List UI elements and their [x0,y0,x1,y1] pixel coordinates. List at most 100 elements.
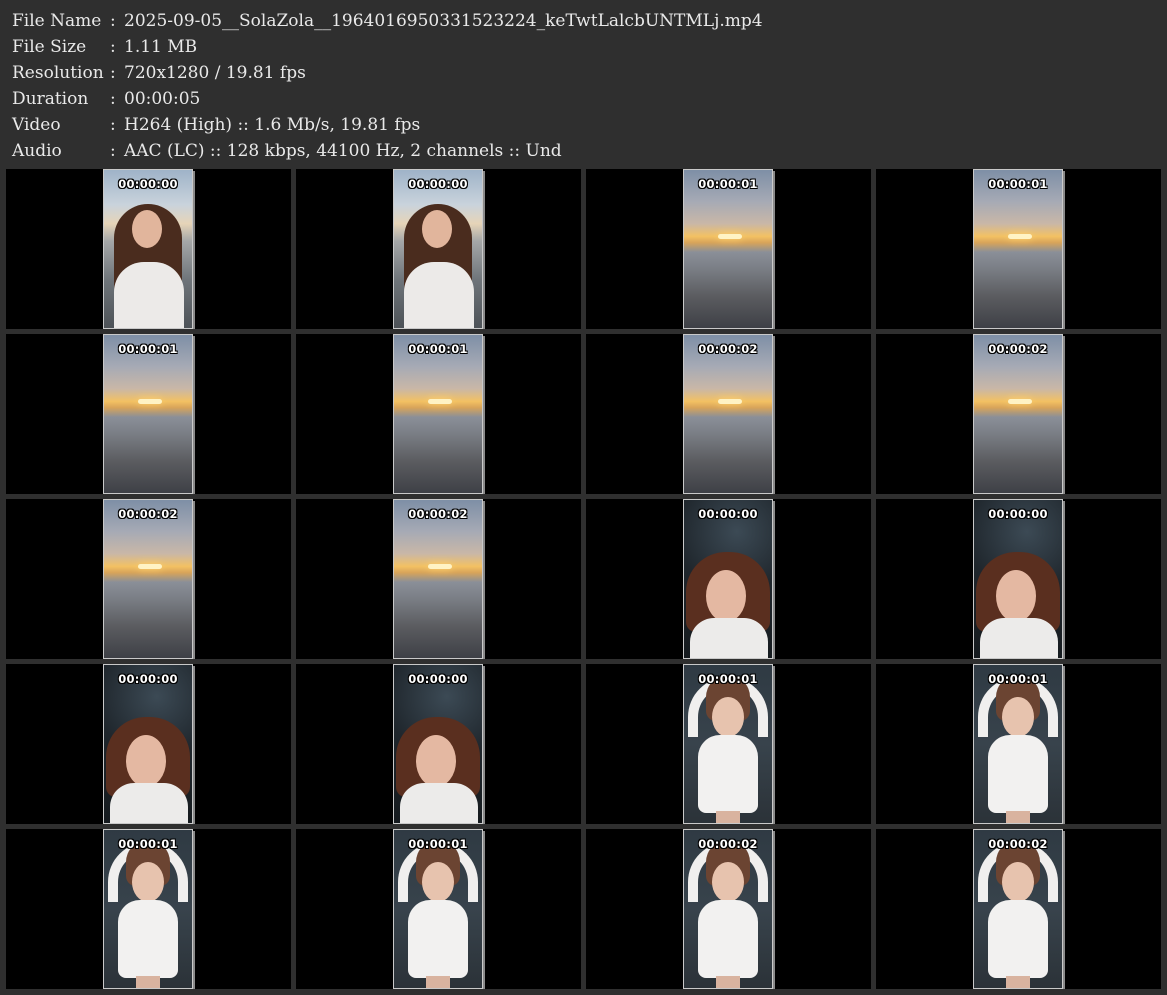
timestamp-label: 00:00:01 [408,837,468,851]
frame-body [698,735,758,813]
info-label: Duration [12,89,89,109]
info-colon: : [110,63,116,83]
frame-face [126,735,166,787]
frame-body [114,262,184,328]
info-value: 1.11 MB [124,37,198,57]
frame-sun [1008,234,1032,239]
thumbnail-cell[interactable]: 00:00:02 [876,829,1161,989]
frame-face [1002,862,1034,902]
frame-legs [1006,976,1030,988]
timestamp-label: 00:00:01 [988,177,1048,191]
info-colon: : [110,89,116,109]
thumbnail-cell[interactable]: 00:00:00 [586,499,871,659]
timestamp-label: 00:00:02 [118,507,178,521]
frame-body [110,783,188,823]
frame-body [980,618,1058,658]
timestamp-label: 00:00:00 [408,177,468,191]
thumbnail-cell[interactable]: 00:00:02 [876,334,1161,494]
frame-body [400,783,478,823]
info-label: Video [12,115,61,135]
frame-legs [426,976,450,988]
frame-face [132,210,162,248]
thumbnail-cell[interactable]: 00:00:01 [296,829,581,989]
video-frame-thumbnail: 00:00:01 [973,169,1063,329]
frame-sun [138,564,162,569]
video-frame-thumbnail: 00:00:00 [103,169,193,329]
info-colon: : [110,11,116,31]
thumbnail-cell[interactable]: 00:00:01 [876,664,1161,824]
video-frame-thumbnail: 00:00:02 [103,499,193,659]
thumbnail-cell[interactable]: 00:00:01 [586,169,871,329]
frame-face [416,735,456,787]
thumbnail-cell[interactable]: 00:00:00 [296,664,581,824]
frame-body [988,735,1048,813]
video-frame-thumbnail: 00:00:01 [683,169,773,329]
thumbnail-cell[interactable]: 00:00:01 [876,169,1161,329]
thumbnail-cell[interactable]: 00:00:02 [296,499,581,659]
timestamp-label: 00:00:01 [408,342,468,356]
video-frame-thumbnail: 00:00:00 [973,499,1063,659]
thumbnail-cell[interactable]: 00:00:01 [6,829,291,989]
video-frame-thumbnail: 00:00:02 [973,334,1063,494]
video-frame-thumbnail: 00:00:02 [683,829,773,989]
timestamp-label: 00:00:00 [118,672,178,686]
thumbnail-cell[interactable]: 00:00:02 [586,334,871,494]
video-frame-thumbnail: 00:00:02 [393,499,483,659]
info-value: H264 (High) :: 1.6 Mb/s, 19.81 fps [124,115,421,135]
video-frame-thumbnail: 00:00:02 [683,334,773,494]
thumbnail-cell[interactable]: 00:00:02 [586,829,871,989]
timestamp-label: 00:00:01 [988,672,1048,686]
frame-body [404,262,474,328]
info-colon: : [110,115,116,135]
timestamp-label: 00:00:01 [118,837,178,851]
video-frame-thumbnail: 00:00:01 [683,664,773,824]
thumbnail-cell[interactable]: 00:00:02 [6,499,291,659]
frame-legs [136,976,160,988]
frame-body [988,900,1048,978]
timestamp-label: 00:00:00 [988,507,1048,521]
thumbnail-cell[interactable]: 00:00:00 [876,499,1161,659]
frame-sun [718,234,742,239]
timestamp-label: 00:00:01 [118,342,178,356]
thumbnail-cell[interactable]: 00:00:01 [6,334,291,494]
timestamp-label: 00:00:00 [118,177,178,191]
timestamp-label: 00:00:02 [408,507,468,521]
timestamp-label: 00:00:02 [988,837,1048,851]
frame-face [1002,697,1034,737]
video-frame-thumbnail: 00:00:01 [103,334,193,494]
frame-face [712,697,744,737]
info-row: Resolution:720x1280 / 19.81 fps [12,60,763,86]
thumbnail-cell[interactable]: 00:00:00 [6,169,291,329]
frame-legs [1006,811,1030,823]
frame-face [132,862,164,902]
frame-sun [718,399,742,404]
info-label: Resolution [12,63,104,83]
thumbnail-cell[interactable]: 00:00:01 [586,664,871,824]
info-value: 00:00:05 [124,89,201,109]
video-frame-thumbnail: 00:00:00 [683,499,773,659]
frame-sun [1008,399,1032,404]
frame-sun [428,399,452,404]
video-frame-thumbnail: 00:00:01 [393,829,483,989]
thumbnail-cell[interactable]: 00:00:01 [296,334,581,494]
info-row: File Size:1.11 MB [12,34,763,60]
info-colon: : [110,141,116,161]
thumbnail-cell[interactable]: 00:00:00 [6,664,291,824]
timestamp-label: 00:00:01 [698,672,758,686]
timestamp-label: 00:00:00 [698,507,758,521]
info-colon: : [110,37,116,57]
info-label: File Name [12,11,102,31]
info-row: File Name:2025-09-05__SolaZola__19640169… [12,8,763,34]
video-frame-thumbnail: 00:00:01 [103,829,193,989]
frame-legs [716,811,740,823]
frame-face [996,570,1036,622]
frame-body [408,900,468,978]
frame-body [118,900,178,978]
frame-sun [428,564,452,569]
file-info-panel: File Name:2025-09-05__SolaZola__19640169… [12,8,763,164]
thumbnail-cell[interactable]: 00:00:00 [296,169,581,329]
info-value: AAC (LC) :: 128 kbps, 44100 Hz, 2 channe… [124,141,562,161]
video-frame-thumbnail: 00:00:00 [393,664,483,824]
timestamp-label: 00:00:02 [698,342,758,356]
frame-sun [138,399,162,404]
